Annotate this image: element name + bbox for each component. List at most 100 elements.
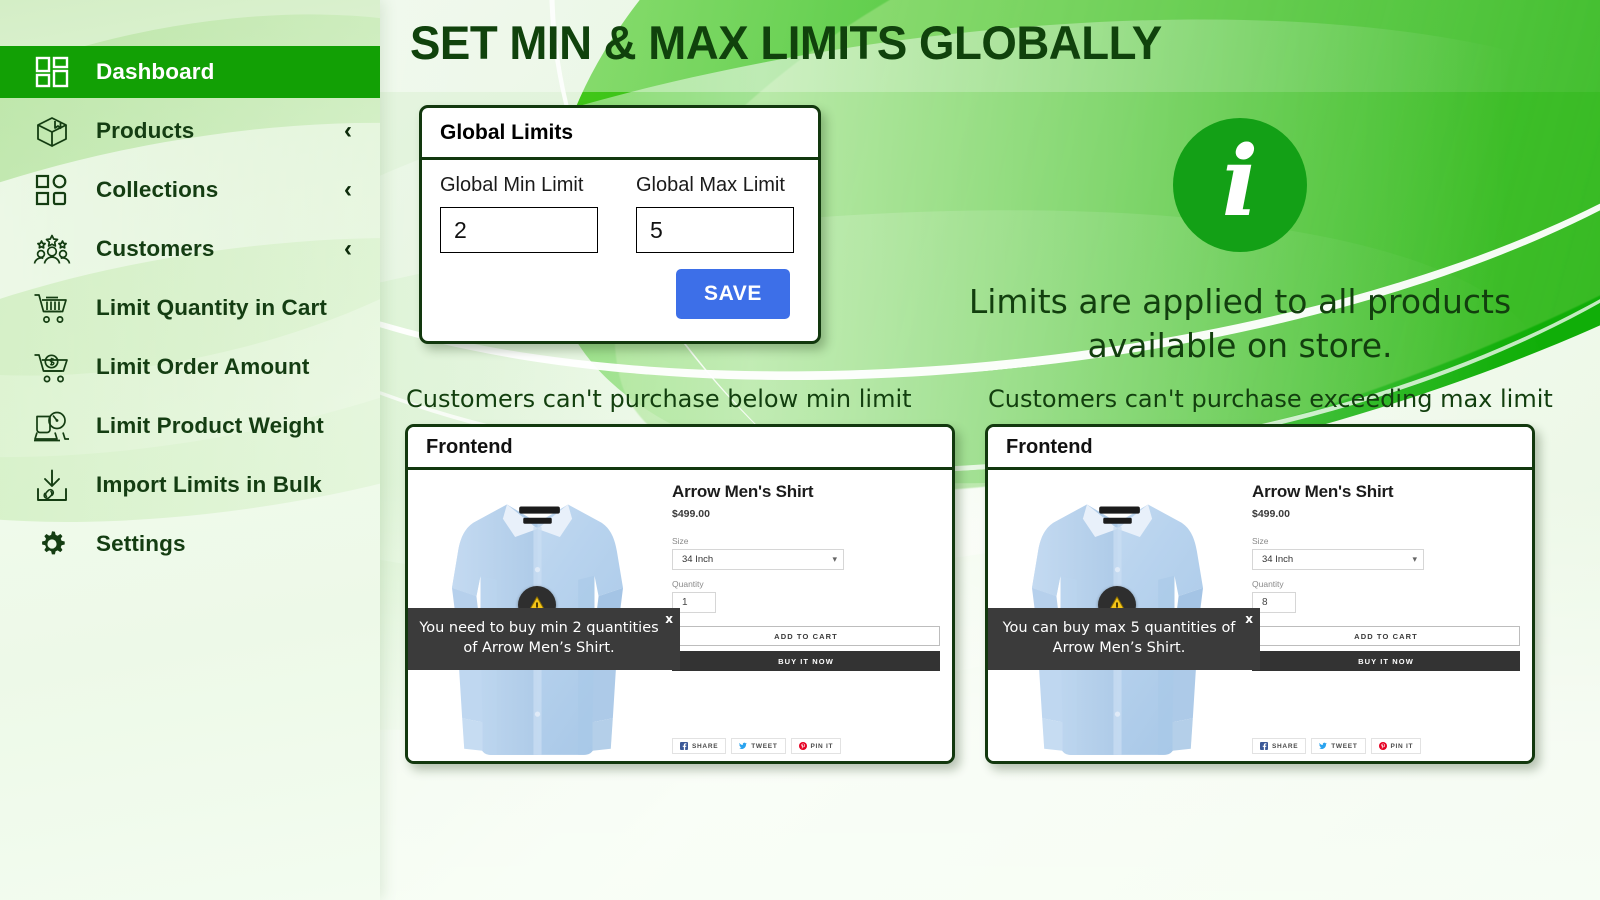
toast-close-icon[interactable]: x	[665, 613, 673, 625]
share-row: SHARE TWEET PIN IT	[672, 738, 842, 754]
twitter-icon	[1319, 742, 1328, 750]
share-label: SHARE	[1272, 742, 1299, 750]
facebook-icon	[1260, 742, 1268, 750]
info-block: i Limits are applied to all products ava…	[910, 118, 1570, 368]
sidebar-menu: Dashboard Products ‹ Collections ‹ Custo…	[0, 0, 380, 570]
global-limits-card: Global Limits Global Min Limit Global Ma…	[419, 105, 821, 344]
sidebar-item-label: Settings	[96, 531, 186, 556]
sidebar-item-settings[interactable]: Settings	[0, 518, 380, 570]
save-row: SAVE	[440, 269, 800, 319]
product-detail-column: Arrow Men's Shirt $499.00 Size 34 Inch ▾…	[666, 470, 952, 761]
buy-it-now-button[interactable]: BUY IT NOW	[672, 651, 940, 671]
share-pinterest-button[interactable]: PIN IT	[790, 738, 842, 754]
global-min-limit-field: Global Min Limit	[440, 174, 598, 253]
max-limit-toast: x You can buy max 5 quantities of Arrow …	[988, 608, 1260, 670]
limits-fields-row: Global Min Limit Global Max Limit	[440, 174, 800, 253]
sidebar-item-label: Limit Product Weight	[96, 413, 324, 438]
chevron-left-icon: ‹	[344, 176, 352, 203]
product-title: Arrow Men's Shirt	[1252, 482, 1394, 501]
cart-money-icon	[30, 347, 74, 387]
buy-it-now-button[interactable]: BUY IT NOW	[1252, 651, 1520, 671]
global-min-limit-input[interactable]	[440, 207, 598, 253]
share-twitter-button[interactable]: TWEET	[731, 738, 786, 754]
size-selected-value: 34 Inch	[1262, 554, 1294, 565]
share-label: SHARE	[692, 742, 719, 750]
info-glyph: i	[1221, 125, 1259, 238]
product-image-column: x You can buy max 5 quantities of Arrow …	[988, 470, 1260, 761]
sidebar-item-products[interactable]: Products ‹	[0, 105, 380, 157]
toast-close-icon[interactable]: x	[1245, 613, 1253, 625]
dashboard-grid-icon	[30, 52, 74, 92]
share-twitter-button[interactable]: TWEET	[1311, 738, 1366, 754]
sidebar-item-limit-quantity-in-cart[interactable]: Limit Quantity in Cart	[0, 282, 380, 334]
facebook-icon	[680, 742, 688, 750]
sidebar-item-customers[interactable]: Customers ‹	[0, 223, 380, 275]
frontend-preview-max: Frontend x You can buy max 5 quantities …	[985, 424, 1535, 764]
product-image-column: x You need to buy min 2 quantities of Ar…	[408, 470, 680, 761]
sidebar-item-label: Import Limits in Bulk	[96, 472, 322, 497]
info-text: Limits are applied to all products avail…	[968, 282, 1512, 365]
sidebar-item-dashboard[interactable]: Dashboard	[0, 46, 380, 98]
sidebar-item-label: Products	[96, 118, 195, 143]
weight-scale-icon	[30, 406, 74, 446]
box-package-icon	[30, 111, 74, 151]
sidebar-item-label: Collections	[96, 177, 219, 202]
share-facebook-button[interactable]: SHARE	[672, 738, 727, 754]
page-title: SET MIN & MAX LIMITS GLOBALLY	[410, 16, 1162, 69]
chevron-down-icon: ▾	[1412, 554, 1417, 564]
frontend-preview-min: Frontend x You need to buy min 2 quantit…	[405, 424, 955, 764]
size-label: Size	[1252, 536, 1269, 546]
pinterest-icon	[1378, 742, 1387, 750]
customers-group-icon	[30, 229, 74, 269]
sidebar-item-import-limits-in-bulk[interactable]: Import Limits in Bulk	[0, 459, 380, 511]
add-to-cart-button[interactable]: ADD TO CART	[672, 626, 940, 646]
caption-min-limit: Customers can't purchase below min limit	[406, 385, 912, 413]
add-to-cart-button[interactable]: ADD TO CART	[1252, 626, 1520, 646]
sidebar-item-label: Dashboard	[96, 59, 215, 84]
info-circle-icon: i	[1173, 118, 1307, 252]
cart-quantity-icon	[30, 288, 74, 328]
toast-message: You can buy max 5 quantities of Arrow Me…	[1002, 620, 1236, 656]
share-pinterest-button[interactable]: PIN IT	[1370, 738, 1422, 754]
quantity-label: Quantity	[672, 579, 704, 589]
sidebar-item-label: Limit Order Amount	[96, 354, 310, 379]
frontend-header-label: Frontend	[988, 427, 1532, 470]
global-min-limit-label: Global Min Limit	[440, 174, 584, 196]
global-max-limit-label: Global Max Limit	[636, 174, 785, 196]
twitter-icon	[739, 742, 748, 750]
chevron-left-icon: ‹	[344, 117, 352, 144]
import-download-icon	[30, 465, 74, 505]
sidebar-item-collections[interactable]: Collections ‹	[0, 164, 380, 216]
collections-grid-icon	[30, 170, 74, 210]
frontend-body: x You can buy max 5 quantities of Arrow …	[988, 470, 1532, 761]
size-select[interactable]: 34 Inch ▾	[1252, 549, 1424, 570]
main-content: SET MIN & MAX LIMITS GLOBALLY Global Lim…	[380, 0, 1600, 900]
share-label: PIN IT	[1390, 742, 1414, 750]
global-limits-body: Global Min Limit Global Max Limit SAVE	[422, 160, 818, 341]
quantity-label: Quantity	[1252, 579, 1284, 589]
share-label: TWEET	[751, 742, 778, 750]
share-row: SHARE TWEET PIN IT	[1252, 738, 1422, 754]
sidebar: Dashboard Products ‹ Collections ‹ Custo…	[0, 0, 380, 900]
size-select[interactable]: 34 Inch ▾	[672, 549, 844, 570]
sidebar-item-limit-order-amount[interactable]: Limit Order Amount	[0, 341, 380, 393]
product-title: Arrow Men's Shirt	[672, 482, 814, 501]
product-price: $499.00	[1252, 508, 1290, 520]
size-label: Size	[672, 536, 689, 546]
global-max-limit-input[interactable]	[636, 207, 794, 253]
save-button[interactable]: SAVE	[675, 269, 790, 319]
toast-message: You need to buy min 2 quantities of Arro…	[419, 620, 659, 656]
product-detail-column: Arrow Men's Shirt $499.00 Size 34 Inch ▾…	[1246, 470, 1532, 761]
min-limit-toast: x You need to buy min 2 quantities of Ar…	[408, 608, 680, 670]
frontend-header-label: Frontend	[408, 427, 952, 470]
global-limits-heading: Global Limits	[422, 108, 818, 160]
product-price: $499.00	[672, 508, 710, 520]
gear-icon	[30, 524, 74, 564]
share-facebook-button[interactable]: SHARE	[1252, 738, 1307, 754]
sidebar-item-limit-product-weight[interactable]: Limit Product Weight	[0, 400, 380, 452]
frontend-body: x You need to buy min 2 quantities of Ar…	[408, 470, 952, 761]
caption-max-limit: Customers can't purchase exceeding max l…	[988, 385, 1553, 413]
sidebar-item-label: Customers	[96, 236, 215, 261]
global-max-limit-field: Global Max Limit	[636, 174, 794, 253]
sidebar-item-label: Limit Quantity in Cart	[96, 295, 327, 320]
